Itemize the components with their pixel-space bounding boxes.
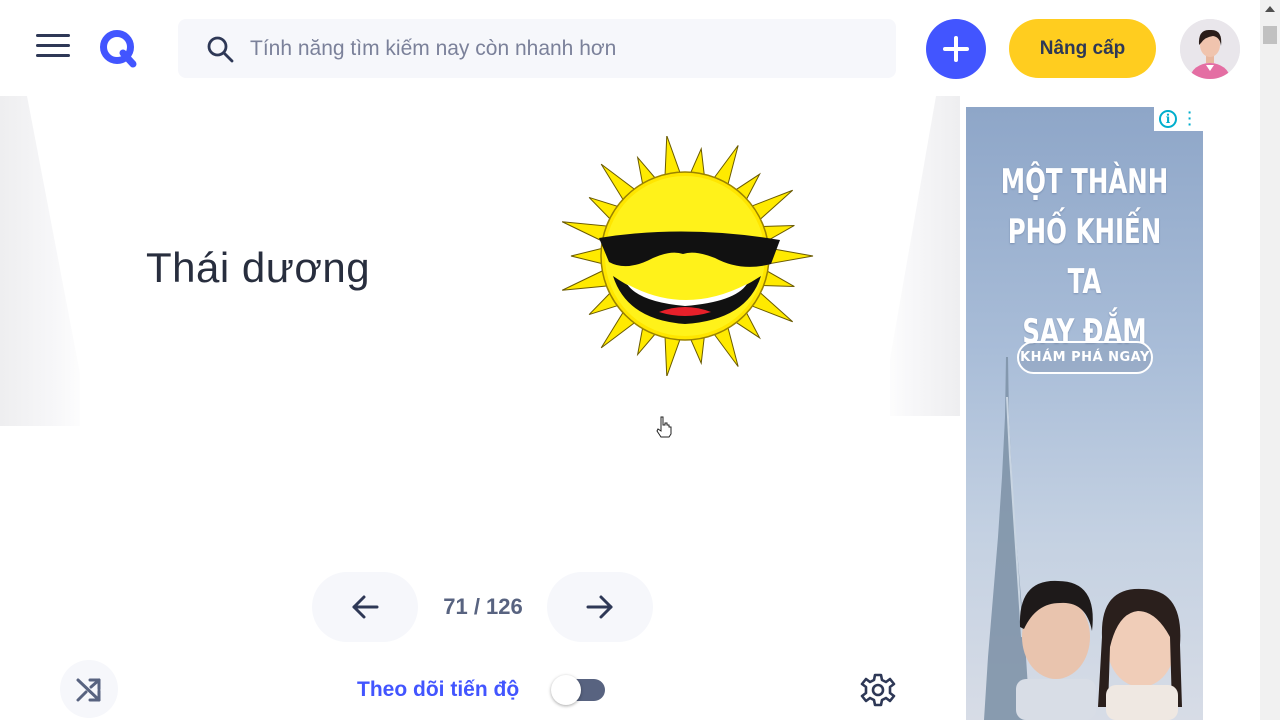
- toggle-knob: [551, 675, 581, 705]
- hamburger-line: [36, 54, 70, 57]
- gear-icon[interactable]: [860, 672, 896, 708]
- page-scrollbar[interactable]: [1260, 0, 1280, 720]
- menu-button[interactable]: [36, 34, 70, 64]
- shuffle-button[interactable]: [60, 660, 118, 718]
- hamburger-line: [36, 44, 70, 47]
- scrollbar-thumb[interactable]: [1263, 26, 1277, 44]
- previous-card-button[interactable]: [312, 572, 418, 642]
- flashcard-term: Thái dương: [146, 244, 371, 291]
- track-progress-label: Theo dõi tiến độ: [357, 678, 520, 701]
- ad-headline-line: MỘT THÀNH: [1000, 162, 1169, 202]
- card-stack-right: [880, 96, 960, 416]
- flashcard[interactable]: Thái dương: [80, 96, 890, 466]
- hamburger-icon: [36, 34, 70, 37]
- track-progress-toggle[interactable]: [551, 675, 605, 705]
- create-button[interactable]: [926, 19, 986, 79]
- sun-image: [561, 136, 814, 376]
- arrow-left-icon: [352, 595, 379, 619]
- ad-choices-badge[interactable]: i · · ·: [1154, 107, 1203, 131]
- avatar-photo: [1180, 19, 1240, 79]
- next-card-button[interactable]: [547, 572, 653, 642]
- arrow-right-icon: [586, 595, 613, 619]
- avatar[interactable]: [1180, 19, 1240, 79]
- ad-people-image: [1016, 580, 1182, 720]
- info-icon[interactable]: i: [1159, 110, 1177, 128]
- shuffle-icon: [76, 678, 101, 702]
- scroll-up-icon[interactable]: [1265, 6, 1275, 12]
- top-header: Nâng cấp: [0, 0, 1260, 96]
- search-input[interactable]: [250, 29, 870, 69]
- card-counter: 71 / 126: [443, 594, 523, 619]
- hand-cursor-icon: [656, 416, 672, 438]
- flashcard-stage: Thái dương: [0, 96, 960, 566]
- search-icon: [207, 36, 234, 63]
- ad-headline: MỘT THÀNH PHỐ KHIẾN TA SAY ĐẮM: [999, 157, 1170, 357]
- advertisement-banner[interactable]: i · · · MỘT THÀNH PHỐ KHIẾN TA SAY ĐẮM KHÁ…: [966, 107, 1203, 720]
- search-bar[interactable]: [178, 19, 896, 78]
- ad-headline-line: PHỐ KHIẾN TA: [1007, 212, 1162, 302]
- card-stack-left: [0, 96, 90, 426]
- ad-cta-button[interactable]: KHÁM PHÁ NGAY: [1017, 341, 1153, 374]
- more-options-icon[interactable]: · · ·: [1185, 107, 1195, 131]
- upgrade-button[interactable]: Nâng cấp: [1009, 19, 1156, 78]
- quizlet-q-icon[interactable]: [98, 28, 138, 68]
